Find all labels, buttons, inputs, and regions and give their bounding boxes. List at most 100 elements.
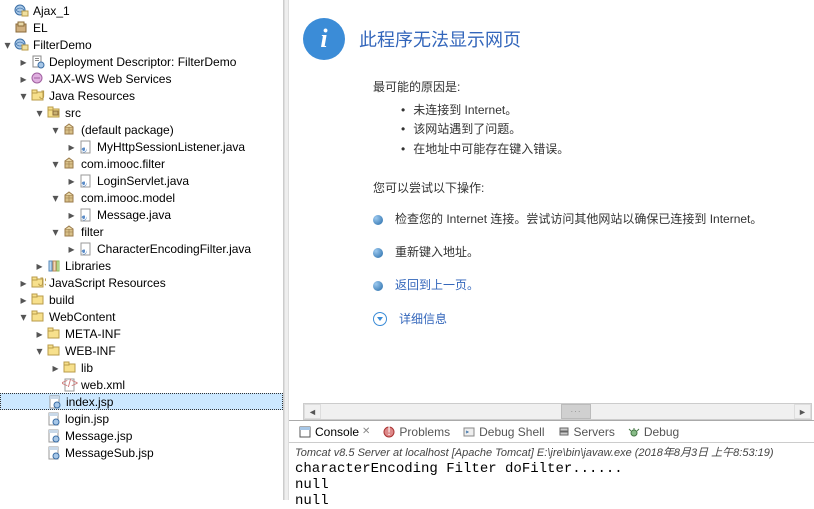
tree-item[interactable]: ▸Deployment Descriptor: FilterDemo <box>0 53 283 70</box>
expand-icon[interactable]: ▸ <box>18 56 29 67</box>
horizontal-scrollbar[interactable]: ◄ ··· ► <box>303 403 812 420</box>
problems-icon: ! <box>382 425 396 439</box>
console-panel: Console✕ !Problems Debug Shell Servers D… <box>289 420 814 500</box>
pkg-icon <box>62 156 78 172</box>
tree-item[interactable]: ▸JSJavaScript Resources <box>0 274 283 291</box>
collapse-icon[interactable]: ▾ <box>34 345 45 356</box>
tree-item-label: com.imooc.filter <box>81 157 165 171</box>
folder-icon <box>46 343 62 359</box>
reasons-heading: 最可能的原因是: <box>373 78 814 97</box>
error-title: 此程序无法显示网页 <box>359 26 521 52</box>
tab-debug-shell[interactable]: Debug Shell <box>457 422 549 442</box>
tree-item[interactable]: ▸lib <box>0 359 283 376</box>
tree-item-label: META-INF <box>65 327 121 341</box>
tree-item-label: filter <box>81 225 104 239</box>
scroll-left-button[interactable]: ◄ <box>304 404 321 419</box>
bullet-icon <box>373 248 383 258</box>
collapse-icon[interactable]: ▾ <box>50 226 61 237</box>
tree-item[interactable]: ▾WebContent <box>0 308 283 325</box>
scroll-track[interactable]: ··· <box>321 404 794 419</box>
tree-item[interactable]: ▾ J Java Resources <box>0 87 283 104</box>
tree-item-label: (default package) <box>81 123 174 137</box>
info-icon: i <box>303 18 345 60</box>
tree-item-label: web.xml <box>81 378 125 392</box>
details-link[interactable]: 详细信息 <box>399 310 447 329</box>
tree-item[interactable]: ▸JMessage.java <box>0 206 283 223</box>
close-icon[interactable]: ✕ <box>362 426 370 437</box>
tree-item[interactable]: login.jsp <box>0 410 283 427</box>
pkg-icon <box>62 122 78 138</box>
action-link[interactable]: 返回到上一页。 <box>395 276 479 295</box>
folder-icon <box>62 360 78 376</box>
debug-shell-icon <box>462 425 476 439</box>
tree-item[interactable]: Message.jsp <box>0 427 283 444</box>
expand-icon[interactable]: ▸ <box>18 73 29 84</box>
jsp-icon <box>46 445 62 461</box>
tree-item[interactable]: ▸ META-INF <box>0 325 283 342</box>
tree-item[interactable]: ▸ J MyHttpSessionListener.java <box>0 138 283 155</box>
expand-icon[interactable]: ▸ <box>18 294 29 305</box>
jsp-icon <box>46 411 62 427</box>
tree-item[interactable]: ▸ Libraries <box>0 257 283 274</box>
expand-arrow-icon[interactable] <box>373 312 387 326</box>
tree-item[interactable]: ▾ com.imooc.filter <box>0 155 283 172</box>
collapse-icon[interactable]: ▾ <box>18 90 29 101</box>
tree-item[interactable]: Ajax_1 <box>0 2 283 19</box>
svg-text:J: J <box>39 88 45 102</box>
tree-item[interactable]: ▾WEB-INF <box>0 342 283 359</box>
collapse-icon[interactable]: ▾ <box>50 124 61 135</box>
console-output[interactable]: characterEncoding Filter doFilter...... … <box>289 461 814 509</box>
tree-item[interactable]: EL <box>0 19 283 36</box>
tree-item-label: FilterDemo <box>33 38 92 52</box>
collapse-icon[interactable]: ▾ <box>50 158 61 169</box>
svg-text:JS: JS <box>38 275 46 289</box>
collapse-icon[interactable]: ▾ <box>2 39 13 50</box>
reason-item: 未连接到 Internet。 <box>401 101 814 120</box>
svg-text:J: J <box>81 141 87 155</box>
tree-item[interactable]: index.jsp <box>0 393 283 410</box>
tree-item-label: Java Resources <box>49 89 135 103</box>
console-status: Tomcat v8.5 Server at localhost [Apache … <box>289 443 814 461</box>
expand-icon[interactable]: ▸ <box>66 209 77 220</box>
tree-item[interactable]: ▾ filter <box>0 223 283 240</box>
tree-item-label: MyHttpSessionListener.java <box>97 140 245 154</box>
tree-item[interactable]: ▾ src <box>0 104 283 121</box>
tree-item[interactable]: ▸JLoginServlet.java <box>0 172 283 189</box>
tab-servers[interactable]: Servers <box>552 422 620 442</box>
tab-debug[interactable]: Debug <box>622 422 684 442</box>
tree-item[interactable]: ▸JCharacterEncodingFilter.java <box>0 240 283 257</box>
tree-item[interactable]: ▾ com.imooc.model <box>0 189 283 206</box>
scroll-right-button[interactable]: ► <box>794 404 811 419</box>
expand-icon[interactable]: ▸ <box>66 243 77 254</box>
expand-icon[interactable]: ▸ <box>18 277 29 288</box>
tree-item-label: Message.jsp <box>65 429 132 443</box>
project-explorer[interactable]: Ajax_1 EL ▾ FilterDemo▸Deployment Descripto… <box>0 0 284 500</box>
tree-item[interactable]: MessageSub.jsp <box>0 444 283 461</box>
expand-icon[interactable]: ▸ <box>66 141 77 152</box>
expand-icon[interactable]: ▸ <box>50 362 61 373</box>
collapse-icon[interactable]: ▾ <box>18 311 29 322</box>
tree-item[interactable]: ▸JAX-WS Web Services <box>0 70 283 87</box>
tree-item-label: com.imooc.model <box>81 191 175 205</box>
tree-item[interactable]: ▸build <box>0 291 283 308</box>
expand-icon[interactable]: ▸ <box>34 260 45 271</box>
tree-item[interactable]: ▾ (default package) <box>0 121 283 138</box>
tree-item-label: EL <box>33 21 48 35</box>
right-panel: i 此程序无法显示网页 最可能的原因是: 未连接到 Internet。 该网站遇… <box>289 0 814 500</box>
src-icon <box>46 105 62 121</box>
collapse-icon[interactable]: ▾ <box>50 192 61 203</box>
proj-web-icon <box>14 3 30 19</box>
tree-item[interactable]: </>web.xml <box>0 376 283 393</box>
expand-icon[interactable]: ▸ <box>66 175 77 186</box>
tab-console[interactable]: Console✕ <box>293 422 375 442</box>
svg-text:J: J <box>81 209 87 223</box>
tree-item-label: src <box>65 106 81 120</box>
collapse-icon[interactable]: ▾ <box>34 107 45 118</box>
tree-item[interactable]: ▾ FilterDemo <box>0 36 283 53</box>
pkg-icon <box>62 224 78 240</box>
reason-item: 该网站遇到了问题。 <box>401 120 814 139</box>
scroll-thumb[interactable]: ··· <box>561 404 591 419</box>
tab-problems[interactable]: !Problems <box>377 422 455 442</box>
tree-item-label: Libraries <box>65 259 111 273</box>
expand-icon[interactable]: ▸ <box>34 328 45 339</box>
